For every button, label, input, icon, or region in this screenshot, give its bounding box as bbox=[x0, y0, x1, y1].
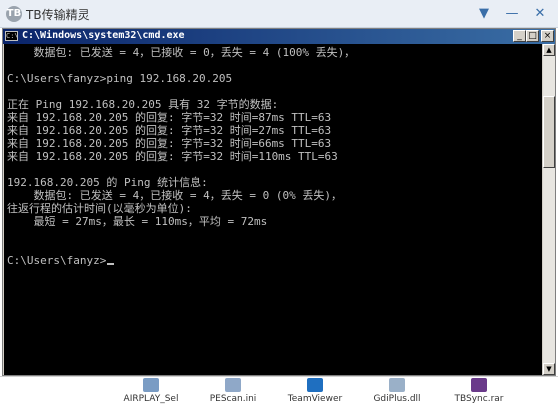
console-line: C:\Users\fanyz>ping 192.168.20.205 bbox=[7, 72, 233, 85]
app-logo-icon: TB bbox=[6, 6, 22, 22]
console-line: 数据包: 已发送 = 4，已接收 = 0，丢失 = 4 (100% 丢失)， bbox=[7, 46, 356, 59]
minimize-button[interactable]: — bbox=[500, 3, 524, 25]
console-line: 正在 Ping 192.168.20.205 具有 32 字节的数据: bbox=[7, 98, 279, 111]
cmd-close-button[interactable]: × bbox=[541, 30, 554, 42]
desktop-files: AIRPLAY_Sel PEScan.ini TeamViewer GdiPlu… bbox=[0, 376, 558, 405]
app-title: TB传输精灵 bbox=[26, 8, 90, 22]
console-line: 192.168.20.205 的 Ping 统计信息: bbox=[7, 176, 208, 189]
cmd-window: C:\ C:\Windows\system32\cmd.exe _ □ × 数据… bbox=[2, 28, 556, 376]
console-line: 数据包: 已发送 = 4，已接收 = 4，丢失 = 0 (0% 丢失)， bbox=[7, 189, 342, 202]
file-item-gdiplus[interactable]: GdiPlus.dll bbox=[362, 377, 432, 406]
cmd-maximize-button[interactable]: □ bbox=[526, 30, 539, 42]
console-line: 最短 = 27ms，最长 = 110ms，平均 = 72ms bbox=[7, 215, 268, 228]
text-cursor bbox=[107, 263, 115, 265]
console-line: 来自 192.168.20.205 的回复: 字节=32 时间=66ms TTL… bbox=[7, 137, 332, 150]
cmd-icon[interactable]: C:\ bbox=[5, 31, 19, 41]
file-item-airplay[interactable]: AIRPLAY_Sel bbox=[116, 377, 186, 406]
prompt-text: C:\Users\fanyz> bbox=[7, 254, 107, 267]
settings-file-icon bbox=[225, 378, 241, 392]
console-line: 来自 192.168.20.205 的回复: 字节=32 时间=27ms TTL… bbox=[7, 124, 332, 137]
file-label: GdiPlus.dll bbox=[373, 394, 421, 404]
scroll-up-button[interactable]: ▲ bbox=[543, 44, 555, 56]
scroll-thumb[interactable] bbox=[543, 96, 555, 168]
console-output[interactable]: 数据包: 已发送 = 4，已接收 = 0，丢失 = 4 (100% 丢失)， C… bbox=[4, 44, 542, 375]
app-file-icon bbox=[143, 378, 159, 392]
app-title-bar: TB TB传输精灵 ▼ — ✕ bbox=[0, 0, 558, 28]
scroll-down-button[interactable]: ▼ bbox=[543, 363, 555, 375]
menu-dropdown-icon[interactable]: ▼ bbox=[472, 3, 496, 25]
archive-file-icon bbox=[471, 378, 487, 392]
console-line: 来自 192.168.20.205 的回复: 字节=32 时间=110ms TT… bbox=[7, 150, 338, 163]
file-item-teamviewer[interactable]: TeamViewer bbox=[280, 377, 350, 406]
file-label: AIRPLAY_Sel bbox=[123, 394, 179, 404]
prompt-line[interactable]: C:\Users\fanyz> bbox=[7, 254, 115, 267]
file-item-tbsync[interactable]: TBSync.rar bbox=[444, 377, 514, 406]
file-label: PEScan.ini bbox=[209, 394, 257, 404]
cmd-title-bar[interactable]: C:\ C:\Windows\system32\cmd.exe _ □ × bbox=[3, 29, 555, 44]
cmd-window-title: C:\Windows\system32\cmd.exe bbox=[22, 30, 185, 41]
file-item-pescan[interactable]: PEScan.ini bbox=[198, 377, 268, 406]
dll-file-icon bbox=[389, 378, 405, 392]
vertical-scrollbar[interactable]: ▲ ▼ bbox=[543, 44, 555, 375]
cmd-minimize-button[interactable]: _ bbox=[513, 30, 526, 42]
file-label: TBSync.rar bbox=[454, 394, 504, 404]
file-label: TeamViewer bbox=[287, 394, 343, 404]
console-line: 来自 192.168.20.205 的回复: 字节=32 时间=87ms TTL… bbox=[7, 111, 332, 124]
close-button[interactable]: ✕ bbox=[528, 3, 552, 25]
console-line: 往返行程的估计时间(以毫秒为单位): bbox=[7, 202, 192, 215]
teamviewer-icon bbox=[307, 378, 323, 392]
